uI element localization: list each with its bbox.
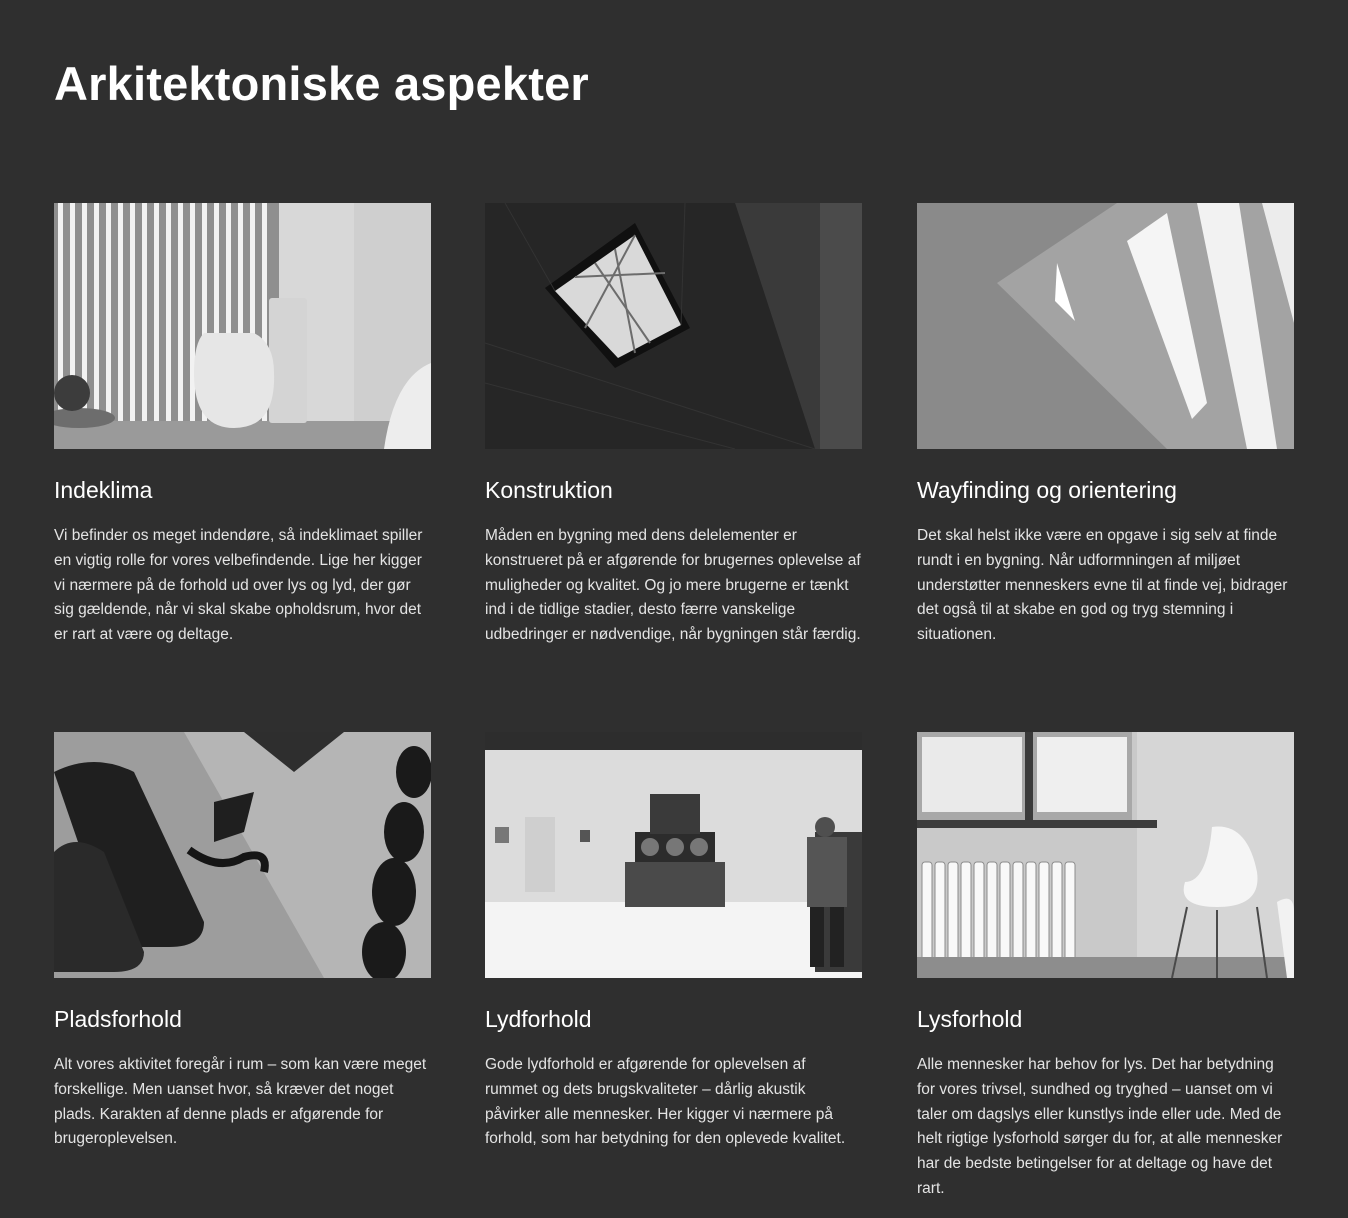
card-indeklima[interactable]: Indeklima Vi befinder os meget indendøre…	[54, 203, 431, 643]
card-image-lydforhold[interactable]	[485, 732, 862, 978]
card-text: Alle mennesker har behov for lys. Det ha…	[917, 1056, 1283, 1197]
card-text: Alt vores aktivitet foregår i rum – som …	[54, 1056, 427, 1148]
card-text: Vi befinder os meget indendøre, så indek…	[54, 527, 423, 644]
page-title: Arkitektoniske aspekter	[54, 57, 589, 110]
card-title[interactable]: Lydforhold	[485, 1004, 592, 1034]
sound-system-room-photo	[485, 732, 862, 978]
card-lydforhold[interactable]: Lydforhold Gode lydforhold er afgørende …	[485, 732, 862, 1147]
card-image-lysforhold[interactable]	[917, 732, 1294, 978]
vases-window-photo	[54, 203, 431, 449]
stadium-seats-photo	[54, 732, 431, 978]
skylight-ceiling-photo	[485, 203, 862, 449]
card-title[interactable]: Indeklima	[54, 475, 152, 505]
card-image-wayfinding[interactable]	[917, 203, 1294, 449]
card-text: Det skal helst ikke være en opgave i sig…	[917, 527, 1288, 644]
card-title[interactable]: Lysforhold	[917, 1004, 1022, 1034]
window-radiator-chair-photo	[917, 732, 1294, 978]
card-pladsforhold[interactable]: Pladsforhold Alt vores aktivitet foregår…	[54, 732, 431, 1147]
card-text: Måden en bygning med dens delelementer e…	[485, 527, 861, 644]
card-wayfinding[interactable]: Wayfinding og orientering Det skal helst…	[917, 203, 1294, 643]
card-title[interactable]: Pladsforhold	[54, 1004, 182, 1034]
card-lysforhold[interactable]: Lysforhold Alle mennesker har behov for …	[917, 732, 1294, 1197]
card-title[interactable]: Wayfinding og orientering	[917, 475, 1177, 505]
card-text: Gode lydforhold er afgørende for oplevel…	[485, 1056, 846, 1148]
card-konstruktion[interactable]: Konstruktion Måden en bygning med dens d…	[485, 203, 862, 643]
card-image-konstruktion[interactable]	[485, 203, 862, 449]
card-title[interactable]: Konstruktion	[485, 475, 613, 505]
card-image-indeklima[interactable]	[54, 203, 431, 449]
floor-arrow-photo	[917, 203, 1294, 449]
card-image-pladsforhold[interactable]	[54, 732, 431, 978]
